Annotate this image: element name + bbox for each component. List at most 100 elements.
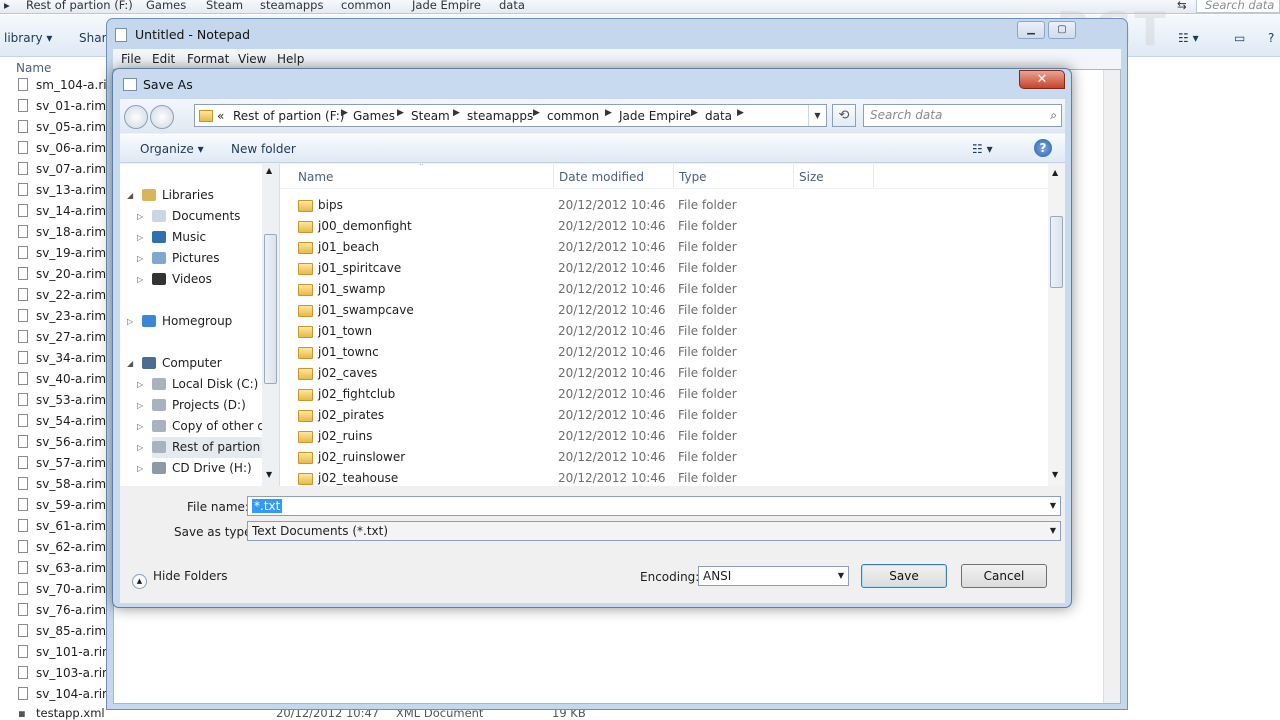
dropdown-arrow-icon[interactable]: ▼ [1050,522,1056,540]
tree-item[interactable]: ▷ Local Disk (C:) [137,374,270,395]
menu-view[interactable]: View [238,52,266,66]
bg-crumb[interactable]: Jade Empire [412,0,481,12]
bg-file-row[interactable]: sv_01-a.rim [18,96,118,117]
bg-crumb[interactable]: steamapps [260,0,323,12]
minimize-button[interactable]: ▁ [1017,21,1045,39]
bg-file-row[interactable]: sv_20-a.rim [18,264,118,285]
bg-view-icon[interactable]: ☷ ▾ [1178,31,1199,45]
expand-arrow-icon[interactable]: ▷ [137,206,143,227]
column-type[interactable]: Type [679,170,707,184]
save-button[interactable]: Save [861,564,947,588]
scroll-up-icon[interactable]: ▲ [1052,168,1058,177]
encoding-select[interactable]: ANSI ▼ [698,566,849,586]
scroll-down-icon[interactable]: ▼ [1052,470,1058,479]
crumb-separator-icon[interactable]: ▶ [737,108,744,118]
menu-file[interactable]: File [121,52,141,66]
tree-item[interactable]: ▷ Homegroup [127,311,270,332]
expand-arrow-icon[interactable]: ◢ [127,185,133,206]
expand-arrow-icon[interactable]: ▷ [137,227,143,248]
bg-file-row[interactable]: sv_62-a.rim [18,537,118,558]
menu-help[interactable]: Help [277,52,304,66]
scroll-up-icon[interactable]: ▲ [266,166,272,175]
tree-item[interactable]: ▷ Rest of partion (F [137,437,276,458]
folder-row[interactable]: j02_ruins 20/12/2012 10:46 File folder [280,426,1040,447]
column-date-modified[interactable]: Date modified [559,170,644,184]
address-dropdown-icon[interactable]: ▼ [808,105,826,126]
bg-file-row[interactable]: sv_70-a.rim [18,579,118,600]
dropdown-arrow-icon[interactable]: ▼ [1050,497,1056,515]
bg-file-row[interactable]: sv_18-a.rim [18,222,118,243]
bg-preview-pane-icon[interactable]: ▭ [1234,31,1245,45]
bg-file-row[interactable]: sv_54-a.rim [18,411,118,432]
bg-search-input[interactable]: Search data [1196,0,1280,13]
dropdown-arrow-icon[interactable]: ▼ [838,567,844,585]
folder-row[interactable]: j02_pirates 20/12/2012 10:46 File folder [280,405,1040,426]
address-crumb[interactable]: Rest of partion (F:) [233,109,344,123]
crumb-separator-icon[interactable]: ▶ [691,108,698,118]
bg-help-icon[interactable]: ? [1268,31,1274,45]
bg-file-row[interactable]: sv_59-a.rim [18,495,118,516]
cancel-button[interactable]: Cancel [961,564,1047,588]
tree-item[interactable]: ▷ Copy of other dri [137,416,273,437]
address-crumb[interactable]: data [705,109,732,123]
organize-button[interactable]: Organize ▾ [140,142,204,156]
folder-row[interactable]: j01_spiritcave 20/12/2012 10:46 File folde… [280,258,1040,279]
bg-file-row[interactable]: sv_07-a.rim [18,159,118,180]
folder-row[interactable]: j01_town 20/12/2012 10:46 File folder [280,321,1040,342]
address-bar[interactable]: « Rest of partion (F:) ▶ Games ▶ Steam ▶… [194,104,827,127]
crumb-separator-icon[interactable]: ▶ [533,108,540,118]
save-as-type-select[interactable]: Text Documents (*.txt) ▼ [247,521,1061,541]
view-options-icon[interactable]: ☷ ▾ [972,142,993,156]
tree-item[interactable]: ▷ CD Drive (H:) [137,458,270,479]
folder-row[interactable]: bips 20/12/2012 10:46 File folder [280,195,1040,216]
crumb-separator-icon[interactable]: ▶ [605,108,612,118]
folder-row[interactable]: j01_beach 20/12/2012 10:46 File folder [280,237,1040,258]
bg-file-row[interactable]: sv_27-a.rim [18,327,118,348]
bg-library-button[interactable]: library ▾ [4,31,52,45]
crumb-separator-icon[interactable]: ▶ [341,108,348,118]
bg-file-row[interactable]: sv_103-a.rim [18,663,118,684]
new-folder-button[interactable]: New folder [231,142,296,156]
expand-arrow-icon[interactable]: ▷ [137,395,143,416]
tree-item[interactable]: ◢ Libraries [127,185,270,206]
bg-file-row[interactable]: sv_57-a.rim [18,453,118,474]
address-crumb[interactable]: Jade Empire [619,109,691,123]
address-crumb[interactable]: Steam [411,109,450,123]
bg-file-row[interactable]: sv_61-a.rim [18,516,118,537]
folder-row[interactable]: j01_swampcave 20/12/2012 10:46 File folder [280,300,1040,321]
folder-row[interactable]: j00_demonfight 20/12/2012 10:46 File folde… [280,216,1040,237]
folder-row[interactable]: j02_fightclub 20/12/2012 10:46 File folder [280,384,1040,405]
expand-arrow-icon[interactable]: ▷ [137,437,143,458]
tree-item[interactable]: ▷ Pictures [137,248,270,269]
bg-file-row[interactable]: sv_40-a.rim [18,369,118,390]
crumb-separator-icon[interactable]: ▶ [397,108,404,118]
hide-folders-button[interactable]: ▲ Hide Folders [132,569,228,589]
folder-row[interactable]: j02_ruinslower 20/12/2012 10:46 File folde… [280,447,1040,468]
bg-file-row[interactable]: sv_58-a.rim [18,474,118,495]
bg-crumb[interactable]: data [499,0,525,12]
file-list-scroll-thumb[interactable] [1050,216,1063,288]
bg-crumb[interactable]: Rest of partion (F:) [26,0,133,12]
bg-file-row[interactable]: sv_53-a.rim [18,390,118,411]
file-name-input[interactable]: *.txt ▼ [247,496,1061,516]
column-divider[interactable] [793,164,794,188]
expand-arrow-icon[interactable]: ▷ [137,374,143,395]
bg-file-row[interactable]: sv_06-a.rim [18,138,118,159]
bg-file-row[interactable]: sv_101-a.rim [18,642,118,663]
bg-refresh-icon[interactable]: ⇆ [1177,0,1187,12]
column-divider[interactable] [553,164,554,188]
nav-pane-scrollbar[interactable]: ▲ ▼ [262,164,279,486]
forward-button[interactable] [150,105,174,129]
expand-arrow-icon[interactable]: ▷ [137,269,143,290]
bg-crumb[interactable]: Steam [206,0,243,12]
address-crumb[interactable]: steamapps [467,109,533,123]
bg-file-row[interactable]: sv_14-a.rim [18,201,118,222]
column-divider[interactable] [673,164,674,188]
bg-file-row[interactable]: sv_85-a.rim [18,621,118,642]
expand-arrow-icon[interactable]: ▷ [137,248,143,269]
bg-file-row[interactable]: sv_63-a.rim [18,558,118,579]
folder-row[interactable]: j01_swamp 20/12/2012 10:46 File folder [280,279,1040,300]
bg-file-row[interactable]: sv_13-a.rim [18,180,118,201]
bg-file-row[interactable]: sv_05-a.rim [18,117,118,138]
bg-crumb[interactable]: Games [146,0,186,12]
